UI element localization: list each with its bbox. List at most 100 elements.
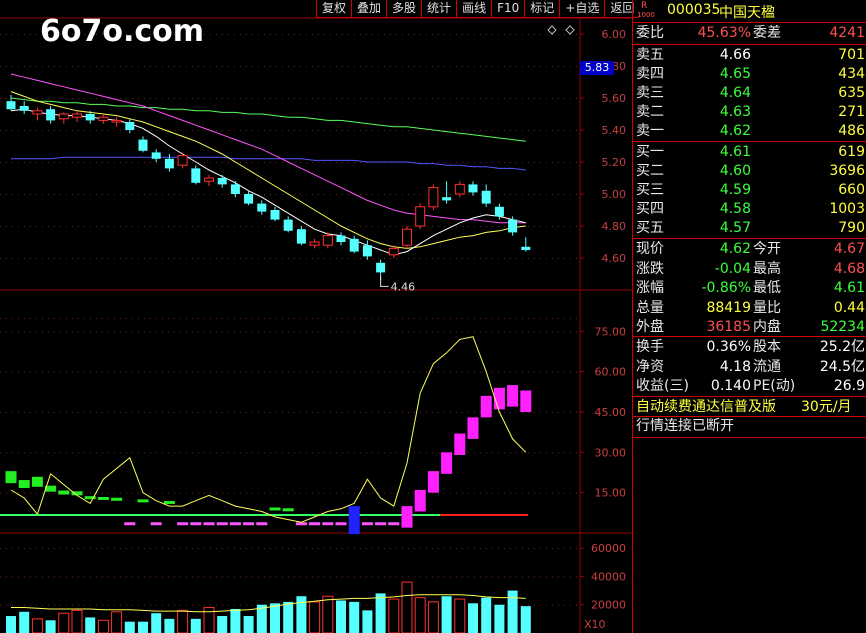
grid-dot [318,318,319,319]
grid-dot [414,258,415,259]
grid-dot [96,162,97,163]
grid-dot [150,371,151,373]
toolbar-button-6[interactable]: 标记 [524,0,560,18]
grid-dot [396,371,397,373]
grid-dot [558,331,559,333]
toolbar-button-4[interactable]: 画线 [456,0,492,18]
grid-dot [492,258,493,259]
volume-bar [45,620,56,633]
grid-dot [138,576,139,578]
grid-dot [192,66,193,67]
grid-dot [522,194,523,195]
grid-dot [186,604,187,606]
grid-dot [258,318,259,319]
grid-dot [72,412,73,413]
grid-dot [174,66,175,67]
grid-dot [252,452,253,454]
grid-dot [252,576,253,578]
grid-dot [30,34,31,35]
grid-dot [54,130,55,131]
grid-dot [552,576,553,578]
grid-dot [444,226,445,227]
toolbar-button-2[interactable]: 多股 [386,0,422,18]
grid-dot [570,130,571,131]
grid-dot [114,194,115,195]
grid-dot [150,548,151,550]
grid-dot [66,130,67,131]
toolbar-button-7[interactable]: +自选 [559,0,605,18]
grid-dot [396,452,397,454]
grid-dot [450,331,451,333]
grid-dot [84,162,85,163]
diamond-icon[interactable] [565,25,575,35]
grid-dot [462,492,463,494]
grid-dot [84,452,85,454]
grid-dot [42,66,43,67]
grid-dot [180,576,181,578]
grid-dot [102,371,103,373]
grid-dot [528,98,529,99]
grid-dot [504,98,505,99]
grid-dot [402,371,403,373]
book-price: 4.63 [719,104,751,120]
grid-dot [486,492,487,494]
grid-dot [276,412,277,413]
grid-dot [534,318,535,319]
grid-dot [144,258,145,259]
grid-dot [294,576,295,578]
grid-dot [444,371,445,373]
grid-dot [270,548,271,550]
toolbar-button-0[interactable]: 复权 [316,0,352,18]
book-volume: 3696 [829,163,865,179]
grid-dot [198,66,199,67]
stat-label: PE(动) [753,378,796,394]
book-level-label: 买四 [636,201,664,217]
grid-dot [42,452,43,454]
indicator-bar [414,489,426,512]
grid-dot [246,162,247,163]
grid-dot [192,492,193,494]
grid-dot [12,492,13,494]
grid-dot [396,34,397,35]
indicator-tick-label: 15.00 [595,487,627,500]
grid-dot [24,412,25,413]
grid-dot [96,226,97,227]
toolbar-button-5[interactable]: F10 [491,0,525,18]
volume-bar [283,601,294,633]
grid-dot [522,162,523,163]
promo-text[interactable]: 自动续费通达信普及版 [636,398,776,417]
grid-dot [324,226,325,227]
grid-dot [450,548,451,550]
promo-price[interactable]: 30元/月 [801,398,852,417]
indicator-bar [401,506,413,528]
toolbar-button-3[interactable]: 统计 [421,0,457,18]
grid-dot [162,412,163,413]
grid-dot [438,318,439,319]
grid-dot [306,194,307,195]
grid-dot [210,576,211,578]
grid-dot [102,226,103,227]
diamond-icon[interactable] [547,25,557,35]
grid-dot [174,98,175,99]
volume-bar [441,596,452,633]
toolbar-button-1[interactable]: 叠加 [351,0,387,18]
grid-dot [174,492,175,494]
grid-dot [96,194,97,195]
promo-row[interactable]: 自动续费通达信普及版 30元/月 [633,398,866,417]
grid-dot [282,371,283,373]
kline-chart[interactable]: 6.005.805.605.405.205.004.804.604.4675.0… [0,0,632,633]
indicator-bar [97,496,109,500]
grid-dot [318,258,319,259]
grid-dot [564,130,565,131]
grid-dot [456,130,457,131]
grid-dot [564,258,565,259]
grid-dot [198,576,199,578]
grid-dot [570,604,571,606]
grid-dot [576,194,577,195]
grid-dot [510,194,511,195]
grid-dot [378,371,379,373]
grid-dot [402,194,403,195]
grid-dot [456,576,457,578]
grid-dot [564,162,565,163]
grid-dot [222,194,223,195]
